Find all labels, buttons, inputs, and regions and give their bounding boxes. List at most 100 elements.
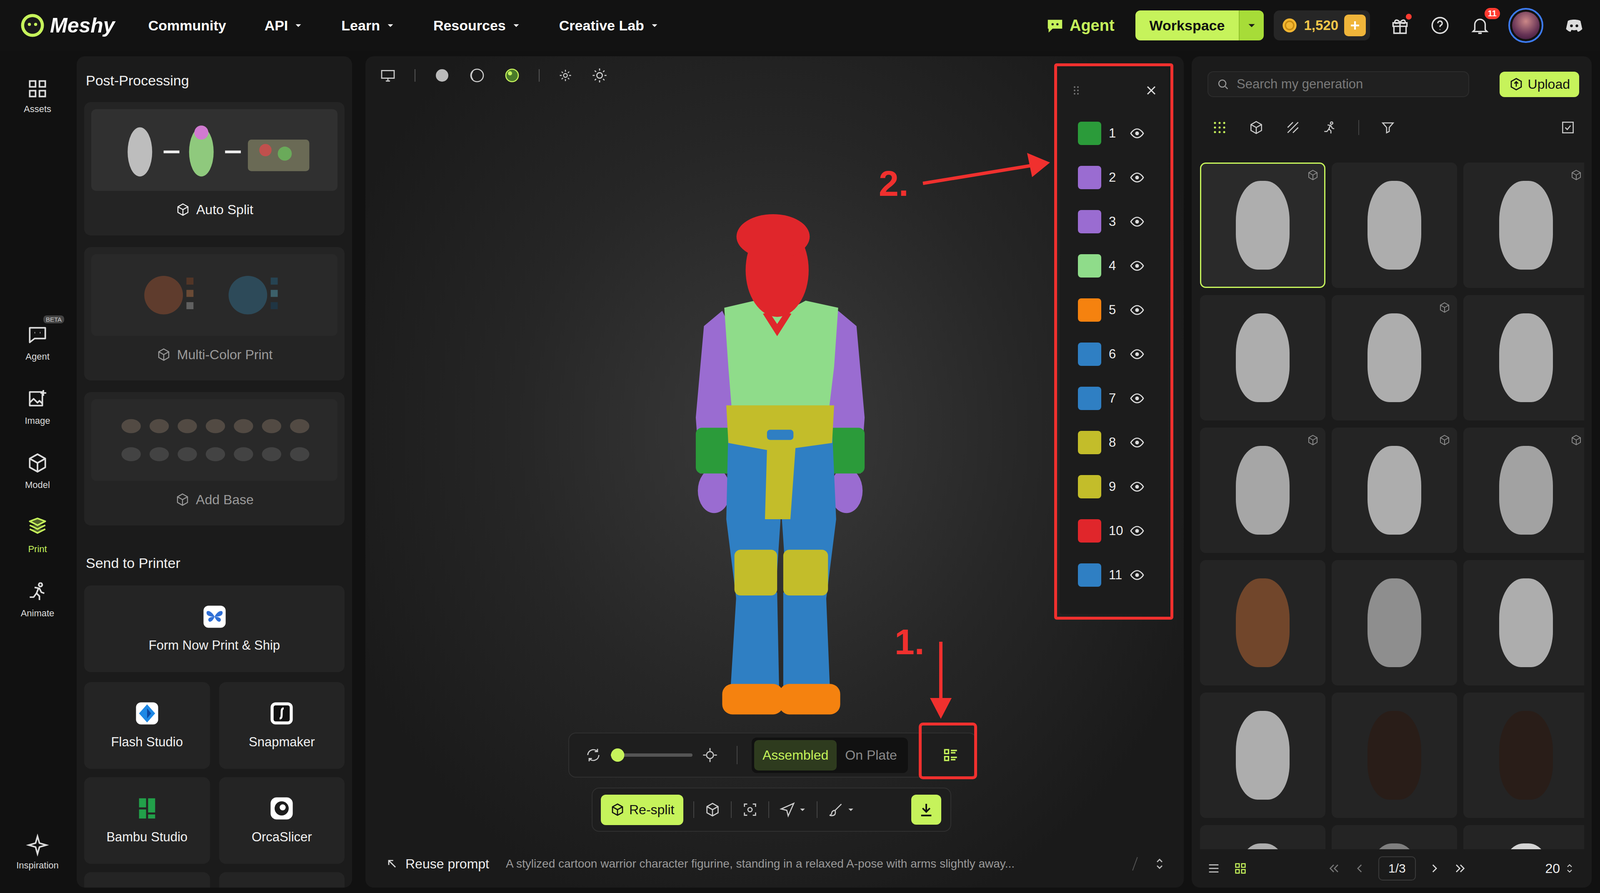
eye-icon[interactable] (1129, 214, 1145, 230)
all-icon[interactable] (1211, 119, 1228, 136)
gift-button[interactable] (1388, 13, 1412, 38)
next-page-icon[interactable] (1427, 861, 1442, 876)
textured-sphere-icon[interactable] (503, 67, 521, 84)
printer-card[interactable]: OrcaSlicer (219, 777, 345, 864)
generation-tile[interactable] (1463, 560, 1585, 686)
monitor-icon[interactable] (379, 67, 397, 84)
generation-tile[interactable] (1331, 427, 1458, 553)
sun-icon[interactable] (591, 67, 608, 84)
tool-card[interactable]: Auto Split (84, 102, 345, 236)
model-figure[interactable] (693, 214, 867, 723)
logo[interactable]: Meshy (20, 12, 115, 38)
drag-handle-icon[interactable] (1072, 84, 1080, 97)
rail-item[interactable]: Animate (20, 579, 55, 619)
tool-card[interactable]: Add Base (84, 392, 345, 526)
texture-filter-icon[interactable] (1285, 119, 1301, 136)
color-part-row[interactable]: 6 (1077, 332, 1168, 377)
collapse-icon[interactable] (585, 746, 602, 764)
generation-tile[interactable] (1200, 295, 1326, 421)
color-part-row[interactable]: 1 (1077, 111, 1168, 156)
wire-sphere-icon[interactable] (468, 67, 486, 84)
printer-card[interactable]: Snapmaker (219, 682, 345, 769)
generation-tile[interactable] (1463, 427, 1585, 553)
rail-item[interactable]: Print (20, 515, 55, 555)
eye-icon[interactable] (1129, 125, 1145, 141)
generation-tile[interactable] (1463, 692, 1585, 818)
color-part-row[interactable]: 8 (1077, 420, 1168, 465)
color-part-row[interactable]: 11 (1077, 552, 1168, 598)
nav-item[interactable]: Learn (341, 17, 395, 34)
eye-icon[interactable] (1129, 302, 1145, 318)
rail-item[interactable]: Inspiration (16, 833, 59, 871)
toggle-option[interactable]: Assembled (754, 740, 837, 771)
eye-icon[interactable] (1129, 567, 1145, 583)
color-part-row[interactable]: 7 (1077, 376, 1168, 421)
color-part-row[interactable]: 10 (1077, 508, 1168, 553)
parts-list-button[interactable] (930, 737, 971, 773)
explode-slider[interactable] (610, 753, 693, 757)
color-swatch[interactable] (1077, 342, 1102, 366)
send-menu[interactable] (779, 801, 807, 818)
color-part-row[interactable]: 2 (1077, 155, 1168, 200)
viewport[interactable]: 1 2 3 4 5 6 7 8 9 10 11 AssembledOn Plat… (365, 56, 1184, 888)
filter-icon[interactable] (1380, 119, 1396, 136)
printer-card[interactable] (219, 872, 345, 888)
download-button[interactable] (911, 794, 942, 825)
nav-item[interactable]: Creative Lab (559, 17, 660, 34)
agent-link[interactable]: Agent (1045, 15, 1115, 35)
color-part-row[interactable]: 9 (1077, 464, 1168, 509)
workspace-button[interactable]: Workspace (1135, 10, 1265, 41)
search-field[interactable]: Search my generation (1207, 71, 1470, 98)
slider-knob[interactable] (610, 748, 625, 762)
page-size-select[interactable]: 20 (1545, 860, 1576, 877)
generation-tile[interactable] (1200, 825, 1326, 850)
add-credits-button[interactable] (1344, 14, 1366, 37)
grid-view-icon[interactable] (1233, 861, 1248, 876)
tool-card[interactable]: Multi-Color Print (84, 247, 345, 381)
page-input[interactable]: 1/3 (1378, 856, 1416, 881)
solid-sphere-icon[interactable] (433, 67, 451, 84)
generation-tile[interactable] (1200, 692, 1326, 818)
color-part-row[interactable]: 3 (1077, 199, 1168, 244)
generation-tile[interactable] (1200, 560, 1326, 686)
rail-item[interactable]: Model (20, 451, 55, 491)
color-swatch[interactable] (1077, 210, 1102, 234)
animate-filter-icon[interactable] (1321, 119, 1338, 136)
resplit-button[interactable]: Re-split (600, 794, 684, 825)
eye-icon[interactable] (1129, 523, 1145, 539)
eye-icon[interactable] (1129, 479, 1145, 495)
expand-icon[interactable] (1152, 856, 1168, 872)
eye-icon[interactable] (1129, 435, 1145, 450)
generation-tile[interactable] (1463, 295, 1585, 421)
generation-tile[interactable] (1200, 162, 1326, 288)
color-swatch[interactable] (1077, 430, 1102, 455)
light-icon[interactable] (557, 67, 573, 83)
avatar[interactable] (1508, 7, 1544, 43)
select-icon[interactable] (1560, 119, 1576, 136)
rail-item[interactable]: BETA Agent (20, 322, 55, 363)
expand-icon[interactable] (701, 746, 719, 764)
eye-icon[interactable] (1129, 390, 1145, 406)
color-swatch[interactable] (1077, 475, 1102, 499)
nav-item[interactable]: API (264, 17, 304, 34)
rail-item[interactable]: Assets (23, 77, 52, 115)
generation-tile[interactable] (1200, 427, 1326, 553)
eye-icon[interactable] (1129, 170, 1145, 185)
help-button[interactable] (1428, 13, 1452, 38)
color-swatch[interactable] (1077, 254, 1102, 278)
nav-item[interactable]: Community (148, 17, 227, 34)
notifications-button[interactable]: 11 (1468, 13, 1492, 38)
color-swatch[interactable] (1077, 165, 1102, 190)
printer-card[interactable]: Flash Studio (84, 682, 210, 769)
cube-icon[interactable] (704, 801, 721, 818)
generation-tile[interactable] (1331, 560, 1458, 686)
generation-tile[interactable] (1463, 825, 1585, 850)
color-swatch[interactable] (1077, 563, 1102, 587)
generation-tile[interactable] (1463, 162, 1585, 288)
generation-tile[interactable] (1331, 162, 1458, 288)
color-part-row[interactable]: 4 (1077, 243, 1168, 288)
generation-tile[interactable] (1331, 825, 1458, 850)
color-swatch[interactable] (1077, 386, 1102, 410)
printer-card[interactable]: Bambu Studio (84, 777, 210, 864)
generation-tile[interactable] (1331, 692, 1458, 818)
